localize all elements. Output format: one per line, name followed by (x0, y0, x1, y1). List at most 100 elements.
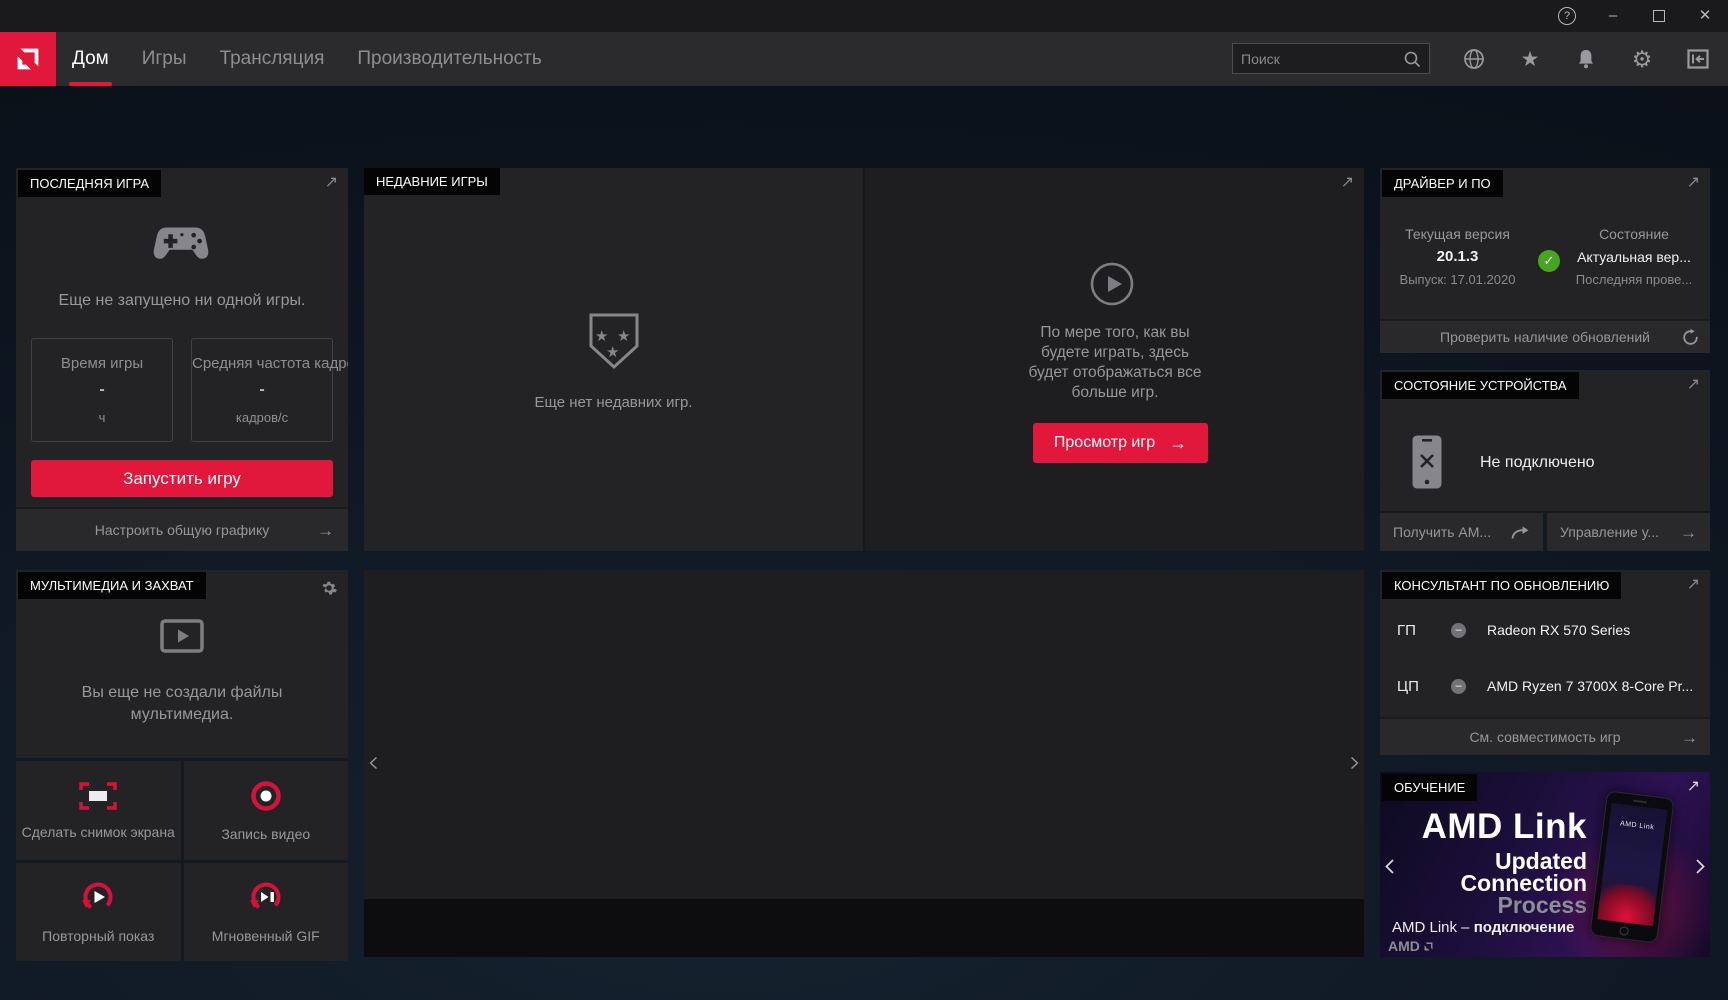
chevron-left-icon (1384, 858, 1395, 875)
panel-training: AMD Link Updated Connection Process AMD … (1380, 772, 1710, 957)
search-input[interactable] (1233, 51, 1403, 67)
card-title-media-capture: МУЛЬТИМЕДИА И ЗАХВАТ (18, 572, 206, 599)
driver-version-block: Текущая версия 20.1.3 Выпуск: 17.01.2020 (1380, 226, 1535, 287)
get-amd-link-button[interactable]: Получить AM... (1380, 513, 1543, 551)
recent-games-empty-panel: НЕДАВНИЕ ИГРЫ ★ ★ ★ Еще нет недавних игр… (364, 168, 863, 551)
help-button[interactable]: ? (1544, 0, 1590, 32)
amd-brand-text: AMD (1388, 938, 1420, 954)
gamepad-icon (152, 222, 210, 267)
nav-tabs: Дом Игры Трансляция Производительность (72, 32, 542, 86)
tab-games[interactable]: Игры (142, 32, 187, 86)
screenshot-button[interactable]: Сделать снимок экрана (16, 761, 181, 860)
carousel-prev-button[interactable] (369, 756, 378, 770)
star-icon[interactable]: ★ (1518, 47, 1542, 71)
phone-home-button (1619, 926, 1629, 936)
expand-icon[interactable]: ↗ (1341, 174, 1354, 192)
globe-icon[interactable] (1462, 47, 1486, 71)
driver-version-value: 20.1.3 (1380, 248, 1535, 265)
video-icon (159, 618, 205, 659)
device-status-text: Не подключено (1480, 454, 1595, 472)
phone-red-graphic (1597, 881, 1663, 926)
maximize-button[interactable] (1636, 0, 1682, 32)
panel-title-training: ОБУЧЕНИЕ (1382, 774, 1477, 801)
gear-icon[interactable]: ⚙ (1630, 47, 1654, 71)
banner-subline-1: Updated (1422, 850, 1587, 872)
replay-icon (80, 879, 116, 915)
tab-streaming[interactable]: Трансляция (220, 32, 325, 86)
panel-toggle-icon[interactable] (1686, 47, 1710, 71)
capture-actions-grid: Сделать снимок экрана Запись видео Повто… (16, 758, 348, 961)
banner-subline-3: Process (1422, 894, 1587, 916)
screenshot-icon (78, 781, 118, 811)
amd-logo[interactable] (0, 32, 56, 86)
check-updates-link[interactable]: Проверить наличие обновлений (1380, 319, 1710, 353)
stat-value: - (192, 381, 332, 399)
stat-play-time: Время игры - ч (31, 338, 173, 442)
minimize-button[interactable]: – (1590, 0, 1636, 32)
get-amd-link-label: Получить AM... (1393, 524, 1491, 540)
carousel-bottom-strip (364, 899, 1364, 957)
record-video-button[interactable]: Запись видео (184, 761, 349, 860)
stat-unit: кадров/с (192, 410, 332, 425)
refresh-icon (1682, 329, 1699, 346)
last-game-empty-text: Еще не запущено ни одной игры. (16, 292, 348, 310)
phone-speaker (1633, 800, 1647, 804)
replay-button[interactable]: Повторный показ (16, 863, 181, 962)
driver-release-date: Выпуск: 17.01.2020 (1380, 272, 1535, 287)
cpu-value: AMD Ryzen 7 3700X 8-Core Pr... (1487, 678, 1693, 694)
media-settings-gear-icon[interactable] (320, 579, 338, 602)
instant-gif-icon (248, 879, 284, 915)
configure-graphics-label: Настроить общую графику (95, 522, 269, 538)
driver-status-block: Состояние Актуальная вер... Последняя пр… (1558, 226, 1710, 287)
status-value: Актуальная вер... (1558, 249, 1710, 265)
arrow-right-icon: → (317, 522, 334, 539)
manage-devices-button[interactable]: Управление у... → (1547, 513, 1710, 551)
main-navbar: Дом Игры Трансляция Производительность ★… (0, 32, 1728, 86)
expand-icon[interactable]: ↗ (1687, 376, 1700, 394)
browse-games-button[interactable]: Просмотр игр → (1033, 423, 1208, 463)
browse-games-label: Просмотр игр (1054, 434, 1155, 452)
window-controls: ? – ✕ (1544, 0, 1728, 32)
chevron-right-icon (1695, 858, 1706, 875)
bell-icon[interactable] (1574, 47, 1598, 71)
status-label: Состояние (1558, 226, 1710, 242)
card-title-last-game: ПОСЛЕДНЯЯ ИГРА (18, 170, 161, 197)
banner-prev-button[interactable] (1384, 858, 1395, 875)
manage-devices-label: Управление у... (1560, 524, 1659, 540)
game-compatibility-link[interactable]: См. совместимость игр → (1380, 717, 1710, 755)
tab-performance[interactable]: Производительность (357, 32, 541, 86)
stat-unit: ч (32, 410, 172, 425)
recent-games-promo-text: По мере того, как вы будете играть, здес… (1025, 323, 1205, 403)
search-icon (1403, 50, 1421, 68)
carousel-panel (364, 570, 1364, 957)
card-last-game: ПОСЛЕДНЯЯ ИГРА ↗ Еще не запущено ни одно… (16, 168, 348, 551)
card-media-capture: МУЛЬТИМЕДИА И ЗАХВАТ Вы еще не создали ф… (16, 570, 348, 961)
minimize-icon: – (1609, 7, 1617, 24)
configure-graphics-link[interactable]: Настроить общую графику → (16, 507, 348, 551)
navbar-icons: ★ ⚙ (1462, 32, 1710, 86)
panel-device-status: СОСТОЯНИЕ УСТРОЙСТВА ↗ Не подключено Пол… (1380, 370, 1710, 551)
expand-icon[interactable]: ↗ (1687, 778, 1700, 796)
close-button[interactable]: ✕ (1682, 0, 1728, 32)
chevron-right-icon (1350, 756, 1359, 770)
expand-icon[interactable]: ↗ (325, 174, 338, 192)
carousel-next-button[interactable] (1350, 756, 1359, 770)
launch-game-button[interactable]: Запустить игру (31, 460, 333, 497)
cpu-label: ЦП (1397, 678, 1419, 695)
banner-next-button[interactable] (1695, 858, 1706, 875)
amd-arrow-icon (11, 42, 45, 76)
arrow-right-icon: → (1681, 729, 1698, 746)
expand-icon[interactable]: ↗ (1687, 174, 1700, 192)
amd-link-phone-image: AMD Link (1589, 790, 1674, 943)
panel-title-device-status: СОСТОЯНИЕ УСТРОЙСТВА (1382, 372, 1579, 399)
banner-headline: AMD Link (1422, 810, 1587, 844)
recent-games-empty-text: Еще нет недавних игр. (364, 394, 863, 411)
phone-screen-label: AMD Link (1609, 819, 1665, 833)
expand-icon[interactable]: ↗ (1687, 576, 1700, 594)
banner-caption-text: AMD Link – (1392, 919, 1474, 936)
tab-home[interactable]: Дом (72, 32, 109, 86)
amd-radeon-software-window: ? – ✕ Дом Игры Трансляция Производительн… (0, 0, 1728, 1000)
instant-gif-button[interactable]: Мгновенный GIF (184, 863, 349, 962)
recent-games-promo-panel: ↗ По мере того, как вы будете играть, зд… (865, 168, 1364, 551)
check-updates-label: Проверить наличие обновлений (1440, 329, 1650, 345)
